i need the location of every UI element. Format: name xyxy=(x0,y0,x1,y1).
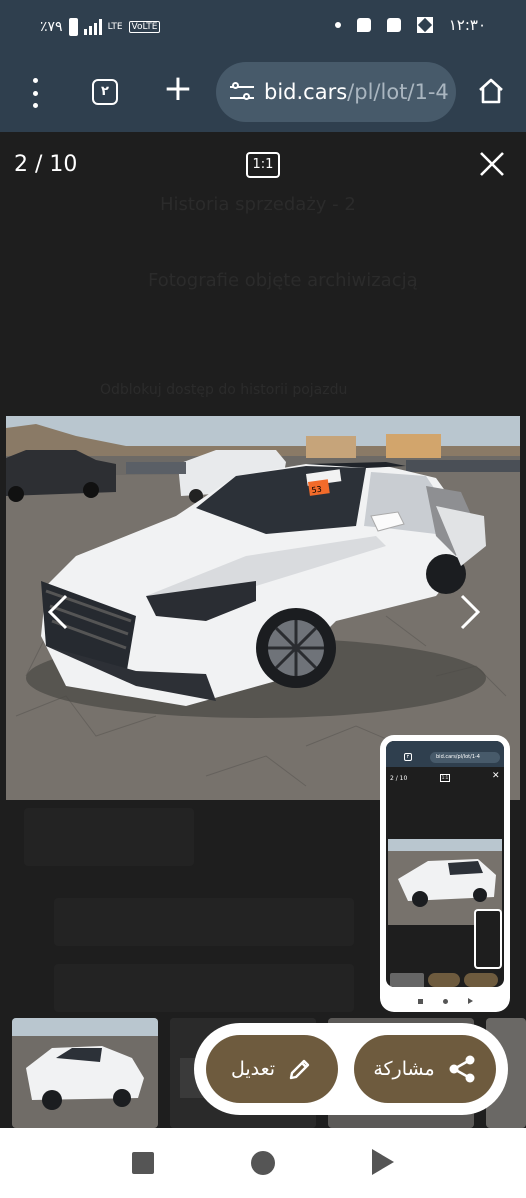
address-bar[interactable]: bid.cars/pl/lot/1-4 xyxy=(216,62,456,122)
thumbnail-1[interactable] xyxy=(12,1018,158,1128)
screenshot-actions-bar: تعديل مشاركة xyxy=(194,1023,508,1115)
pip-counter: 2 / 10 xyxy=(390,775,408,782)
pip-url: bid.cars/pl/lot/1-4 xyxy=(430,752,500,763)
system-nav-bar xyxy=(0,1128,526,1198)
back-button[interactable] xyxy=(372,1149,394,1175)
menu-icon[interactable] xyxy=(24,78,46,108)
tab-switcher-button[interactable]: ٢ xyxy=(92,79,118,105)
status-right: ١٢:٣٠ xyxy=(334,16,486,34)
screenshot-preview-screen: bid.cars/pl/lot/1-4 ٢ 2 / 10 1:1 ✕ xyxy=(386,741,504,987)
browser-toolbar: ٢ + bid.cars/pl/lot/1-4 xyxy=(0,54,526,132)
status-left: ٪٧٩ LTE VoLTE xyxy=(40,18,161,36)
pip-toolbar: bid.cars/pl/lot/1-4 ٢ xyxy=(386,741,504,767)
previous-image-icon[interactable] xyxy=(44,592,74,632)
image-counter: 2 / 10 xyxy=(14,152,78,177)
pencil-icon xyxy=(289,1059,310,1080)
chat-notification-icon-2 xyxy=(386,18,401,32)
faded-block xyxy=(24,808,194,866)
pip-navbar xyxy=(380,994,510,1008)
actual-size-button[interactable]: 1:1 xyxy=(246,152,280,178)
new-tab-button[interactable]: + xyxy=(160,71,196,108)
share-button[interactable]: مشاركة xyxy=(354,1035,496,1103)
pip-thumb xyxy=(390,973,424,987)
bg-text-unlock: Odblokuj dostęp do historii pojazdu xyxy=(100,382,348,398)
recents-button[interactable] xyxy=(132,1152,154,1174)
pip-close-icon: ✕ xyxy=(492,771,500,781)
pip-share-button xyxy=(464,973,498,987)
pip-ratio: 1:1 xyxy=(440,774,450,782)
faded-block-2 xyxy=(54,898,354,946)
pip-edit-button xyxy=(428,973,460,987)
signal-icon xyxy=(83,19,102,35)
battery-icon xyxy=(68,18,78,36)
clock: ١٢:٣٠ xyxy=(448,16,486,34)
battery-percent: ٪٧٩ xyxy=(40,19,63,35)
home-icon[interactable] xyxy=(476,76,506,106)
pip-nested-preview xyxy=(474,909,502,969)
share-label: مشاركة xyxy=(373,1058,435,1080)
faded-block-3 xyxy=(54,964,354,1012)
chat-notification-icon xyxy=(356,18,371,32)
app-notification-icon xyxy=(416,17,433,33)
bg-text-archive: Fotografie objęte archiwizacją xyxy=(148,270,418,291)
image-viewer: Historia sprzedaży - 2 Fotografie objęte… xyxy=(0,132,526,1128)
status-bar: ٪٧٩ LTE VoLTE ١٢:٣٠ xyxy=(0,0,526,54)
edit-label: تعديل xyxy=(230,1058,276,1080)
url-text: bid.cars/pl/lot/1-4 xyxy=(264,80,449,104)
notification-dot-icon xyxy=(334,22,341,28)
next-image-icon[interactable] xyxy=(454,592,484,632)
url-path: /pl/lot/1-4 xyxy=(347,80,449,104)
network-type: LTE xyxy=(107,22,123,32)
home-button[interactable] xyxy=(251,1151,275,1175)
share-icon xyxy=(449,1055,475,1083)
site-settings-icon[interactable] xyxy=(230,80,254,104)
edit-button[interactable]: تعديل xyxy=(206,1035,338,1103)
close-icon[interactable] xyxy=(476,148,508,180)
screenshot-preview[interactable]: bid.cars/pl/lot/1-4 ٢ 2 / 10 1:1 ✕ xyxy=(380,735,510,1012)
pip-tab-count: ٢ xyxy=(404,753,412,761)
bg-text-history: Historia sprzedaży - 2 xyxy=(160,194,356,215)
volte-badge: VoLTE xyxy=(128,21,161,33)
sticky-note-number: 53 xyxy=(311,485,322,495)
url-host: bid.cars xyxy=(264,80,348,104)
